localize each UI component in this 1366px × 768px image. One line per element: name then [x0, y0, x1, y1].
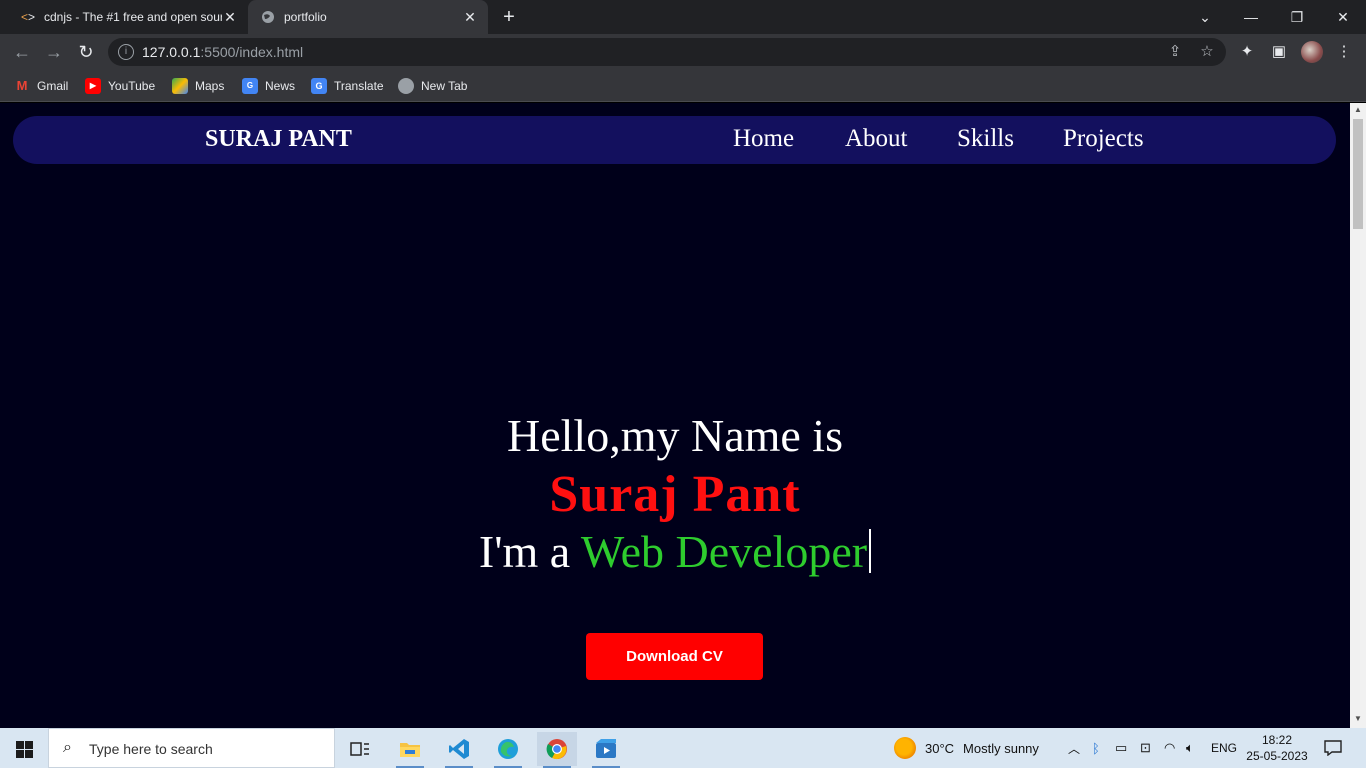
bookmarks-bar: M Gmail ▶ YouTube Maps G News G Translat… [0, 70, 1366, 102]
close-window-button[interactable]: ✕ [1320, 0, 1366, 34]
reload-button[interactable]: ↻ [74, 40, 98, 64]
nav-about[interactable]: About [845, 125, 908, 153]
bookmark-label: Gmail [37, 79, 69, 93]
address-bar[interactable]: i 127.0.0.1:5500/index.html ⇪ ☆ [108, 38, 1226, 66]
wifi-icon[interactable]: ◠ [1164, 728, 1175, 768]
site-brand[interactable]: SURAJ PANT [205, 126, 352, 153]
bookmark-translate[interactable]: G Translate [311, 77, 384, 95]
tab-portfolio[interactable]: portfolio ✕ [248, 0, 488, 34]
browser-toolbar: ← → ↻ i 127.0.0.1:5500/index.html ⇪ ☆ ✦ … [0, 34, 1366, 70]
chrome-icon[interactable] [537, 732, 577, 768]
extensions-icon[interactable]: ✦ [1237, 42, 1257, 62]
site-navbar: SURAJ PANT Home About Skills Projects [13, 116, 1336, 164]
bookmark-label: Translate [334, 79, 384, 93]
bookmark-new-tab[interactable]: New Tab [398, 77, 467, 95]
maps-icon [172, 78, 188, 94]
hero-role: Web Developer [580, 526, 868, 577]
scroll-up-arrow[interactable]: ▲ [1353, 105, 1363, 114]
language-indicator[interactable]: ENG [1211, 728, 1237, 768]
bookmark-maps[interactable]: Maps [172, 77, 224, 95]
profile-avatar[interactable] [1301, 41, 1323, 63]
typing-caret [869, 529, 872, 573]
scroll-thumb[interactable] [1353, 119, 1363, 229]
meet-now-icon[interactable]: ⊡ [1140, 728, 1151, 768]
close-tab-icon[interactable]: ✕ [462, 9, 478, 26]
bluetooth-icon[interactable]: ᛒ [1092, 728, 1100, 768]
new-tab-button[interactable]: + [498, 6, 520, 28]
clock-time: 18:22 [1261, 733, 1293, 747]
portfolio-page: SURAJ PANT Home About Skills Projects He… [0, 103, 1350, 728]
role-prefix: I'm a [478, 526, 581, 577]
translate-icon: G [311, 78, 327, 94]
bookmark-youtube[interactable]: ▶ YouTube [85, 77, 155, 95]
globe-icon [260, 9, 276, 25]
news-icon: G [242, 78, 258, 94]
tab-title: portfolio [284, 10, 327, 24]
vscode-icon[interactable] [439, 732, 479, 768]
nav-home[interactable]: Home [733, 125, 794, 153]
weather-text: Mostly sunny [963, 740, 1039, 756]
edge-icon[interactable] [488, 732, 528, 768]
search-icon: ⌕ [63, 739, 72, 756]
volume-icon[interactable]: 🔈︎ [1186, 728, 1194, 768]
battery-icon[interactable]: ▭ [1115, 728, 1127, 768]
bookmark-label: YouTube [108, 79, 156, 93]
file-explorer-icon[interactable] [390, 732, 430, 768]
page-scrollbar[interactable]: ▲ ▼ [1350, 103, 1366, 728]
hero-role-line: I'm a Web Developer [0, 525, 1350, 578]
notifications-icon[interactable] [1324, 728, 1342, 768]
youtube-icon: ▶ [85, 78, 101, 94]
bookmark-gmail[interactable]: M Gmail [14, 77, 69, 95]
nav-projects[interactable]: Projects [1063, 125, 1144, 153]
video-editor-icon[interactable] [586, 732, 626, 768]
bookmark-star-icon[interactable]: ☆ [1198, 43, 1216, 61]
info-icon[interactable]: i [118, 44, 134, 60]
tab-cdnjs[interactable]: <> cdnjs - The #1 free and open source C… [8, 0, 248, 34]
tab-search-icon[interactable]: ⌄ [1182, 0, 1228, 34]
scroll-down-arrow[interactable]: ▼ [1353, 714, 1363, 723]
hero-name: Suraj Pant [549, 466, 801, 523]
taskbar-search[interactable]: ⌕ Type here to search [48, 728, 335, 768]
download-cv-button[interactable]: Download CV [586, 633, 763, 680]
close-tab-icon[interactable]: ✕ [222, 9, 238, 26]
back-button[interactable]: ← [10, 40, 34, 64]
side-panel-icon[interactable]: ▣ [1269, 42, 1289, 62]
nav-skills[interactable]: Skills [957, 125, 1014, 153]
hero-greeting: Hello,my Name is [507, 410, 843, 461]
code-brackets-icon: < > [20, 10, 36, 24]
clock-date: 25-05-2023 [1246, 749, 1308, 763]
show-hidden-icons-chevron-icon[interactable]: ︿ [1068, 728, 1080, 768]
gmail-icon: M [16, 78, 28, 93]
clock[interactable]: 18:22 25-05-2023 [1246, 728, 1308, 768]
tab-title: cdnjs - The #1 free and open source CDN [44, 10, 222, 24]
search-placeholder: Type here to search [89, 741, 213, 757]
windows-start-icon[interactable] [0, 728, 48, 768]
bookmark-news[interactable]: G News [242, 77, 295, 95]
share-icon[interactable]: ⇪ [1166, 43, 1184, 61]
minimize-button[interactable]: — [1228, 0, 1274, 34]
bookmark-label: New Tab [421, 79, 468, 93]
task-view-icon[interactable] [340, 732, 380, 766]
tab-strip: <> cdnjs - The #1 free and open source C… [0, 0, 1366, 34]
weather-widget[interactable]: 30°C Mostly sunny [894, 728, 1039, 768]
bookmark-label: News [265, 79, 296, 93]
restore-button[interactable]: ❐ [1274, 0, 1320, 34]
globe-icon [398, 78, 414, 94]
weather-temp: 30°C [925, 740, 955, 756]
bookmark-label: Maps [195, 79, 225, 93]
url-text[interactable]: 127.0.0.1:5500/index.html [142, 44, 303, 60]
forward-button[interactable]: → [42, 40, 66, 64]
windows-taskbar: ⌕ Type here to search 30°C Mostly sunny … [0, 728, 1366, 768]
menu-icon[interactable]: ⋮ [1334, 42, 1354, 62]
partly-sunny-icon [894, 737, 916, 759]
